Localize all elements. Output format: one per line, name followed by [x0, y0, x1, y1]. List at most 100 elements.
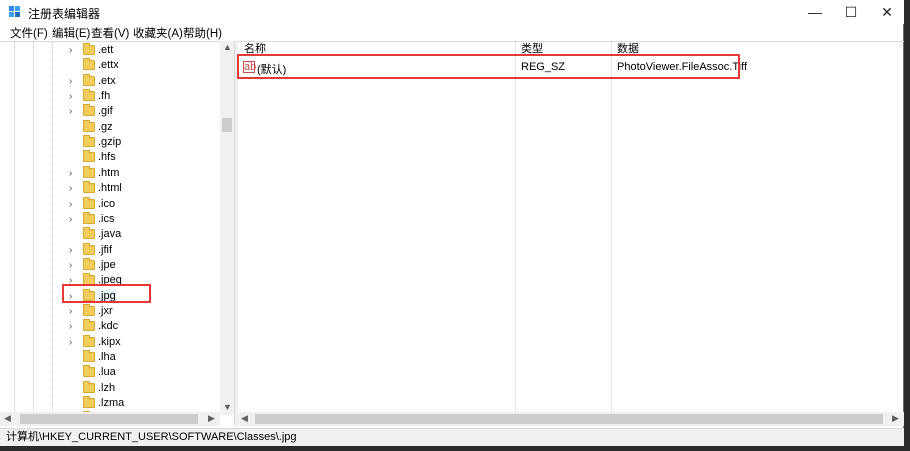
expand-chevron-icon[interactable]: ›: [69, 197, 79, 212]
folder-icon: [83, 242, 95, 255]
scroll-right-icon[interactable]: ▶: [208, 413, 215, 424]
folder-icon: [83, 380, 95, 393]
tree-item[interactable]: › .gif: [68, 104, 218, 119]
tree-item[interactable]: › .htm: [68, 165, 218, 181]
close-icon: ✕: [881, 3, 893, 20]
key-tree: › .ett .ettx › .etx › .fh › .gif .gz .gzip .hfs › .ht…: [0, 41, 234, 416]
scroll-down-icon[interactable]: ▼: [223, 402, 232, 412]
folder-icon: [83, 43, 95, 55]
value-row-highlight-box: [237, 54, 740, 79]
tree-item-label: .ics: [98, 212, 115, 225]
jpg-key-highlight-box: [62, 284, 151, 303]
tree-item[interactable]: › .fh: [68, 89, 218, 104]
tree-item[interactable]: › .kdc: [68, 319, 218, 334]
expand-chevron-icon[interactable]: ›: [69, 74, 79, 89]
tree-vertical-scrollbar[interactable]: ▲ ▼: [220, 41, 234, 415]
tree-item[interactable]: .gzip: [68, 135, 218, 150]
tree-item[interactable]: .ettx: [68, 58, 218, 73]
tree-item[interactable]: .hfs: [68, 150, 218, 165]
tree-guide-line: [52, 42, 53, 416]
tree-item[interactable]: › .ico: [68, 196, 218, 212]
scroll-left-icon[interactable]: ◀: [241, 413, 248, 424]
tree-item[interactable]: .lha: [68, 350, 218, 365]
column-separator: [515, 42, 516, 413]
folder-icon: [83, 350, 95, 362]
tree-item-label: .jxr: [98, 304, 113, 317]
minimize-icon: —: [808, 4, 822, 20]
tree-item-label: .gzip: [98, 136, 122, 149]
folder-icon: [83, 227, 95, 240]
folder-icon: [83, 73, 95, 86]
folder-icon: [83, 119, 95, 132]
menu-file[interactable]: 文件(F): [10, 25, 48, 41]
maximize-icon: ☐: [844, 3, 858, 20]
folder-icon: [83, 396, 95, 409]
tree-item-label: .ettx: [98, 59, 119, 72]
tree-item-label: .lzma: [98, 397, 125, 410]
close-button[interactable]: ✕: [870, 0, 904, 24]
maximize-button[interactable]: ☐: [834, 0, 868, 24]
folder-icon: [83, 303, 95, 316]
tree-item[interactable]: › .ett: [68, 43, 218, 58]
tree-guide-line: [33, 42, 34, 416]
tree-item[interactable]: .java: [68, 227, 218, 242]
tree-scroll-thumb[interactable]: [222, 118, 232, 132]
expand-chevron-icon[interactable]: ›: [69, 89, 79, 104]
tree-horizontal-scrollbar[interactable]: ◀ ▶: [0, 412, 220, 426]
tree-item-label: .jfif: [98, 243, 113, 256]
values-list: 名称 类型 数据 ab (默认) REG_SZ PhotoViewer.File…: [237, 41, 904, 413]
expand-chevron-icon[interactable]: ›: [69, 243, 79, 258]
folder-icon: [83, 104, 95, 117]
expand-chevron-icon[interactable]: ›: [69, 212, 79, 227]
scroll-left-icon[interactable]: ◀: [4, 413, 11, 424]
status-bar: 计算机\HKEY_CURRENT_USER\SOFTWARE\Classes\.…: [0, 428, 904, 446]
tree-item[interactable]: › .etx: [68, 73, 218, 89]
minimize-button[interactable]: —: [798, 0, 832, 24]
folder-icon: [83, 334, 95, 347]
tree-item[interactable]: .gz: [68, 119, 218, 135]
tree-hscroll-thumb[interactable]: [20, 414, 198, 424]
tree-item[interactable]: .lua: [68, 365, 218, 380]
scroll-right-icon[interactable]: ▶: [892, 413, 899, 424]
tree-item-label: .ico: [98, 197, 116, 210]
menu-favorites[interactable]: 收藏夹(A): [133, 25, 183, 41]
tree-item[interactable]: .lzma: [68, 396, 218, 411]
tree-item-label: .kipx: [98, 335, 121, 348]
folder-icon: [83, 165, 95, 178]
scroll-up-icon[interactable]: ▲: [223, 42, 232, 52]
expand-chevron-icon[interactable]: ›: [69, 335, 79, 350]
tree-item[interactable]: › .jpe: [68, 257, 218, 273]
menu-edit[interactable]: 编辑(E): [52, 25, 90, 41]
tree-item-label: .hfs: [98, 151, 116, 164]
folder-icon: [83, 89, 95, 102]
status-path: 计算机\HKEY_CURRENT_USER\SOFTWARE\Classes\.…: [6, 431, 297, 443]
registry-editor-window: 注册表编辑器 — ☐ ✕ 文件(F) 编辑(E) 查看(V) 收藏夹(A) 帮助…: [0, 0, 904, 446]
tree-item[interactable]: › .ics: [68, 211, 218, 227]
tree-item-label: .etx: [98, 74, 116, 87]
tree-item[interactable]: .lzh: [68, 380, 218, 396]
expand-chevron-icon[interactable]: ›: [69, 258, 79, 273]
values-horizontal-scrollbar[interactable]: ◀ ▶: [237, 412, 904, 426]
tree-item-label: .kdc: [98, 320, 119, 333]
folder-icon: [83, 135, 95, 148]
tree-item-label: .gif: [98, 105, 113, 118]
title-bar[interactable]: 注册表编辑器 — ☐ ✕: [0, 0, 904, 24]
expand-chevron-icon[interactable]: ›: [69, 181, 79, 196]
folder-icon: [83, 58, 95, 71]
expand-chevron-icon[interactable]: ›: [69, 304, 79, 319]
tree-item[interactable]: › .jxr: [68, 303, 218, 319]
tree-item[interactable]: › .kipx: [68, 334, 218, 350]
tree-item[interactable]: › .jfif: [68, 242, 218, 258]
expand-chevron-icon[interactable]: ›: [69, 166, 79, 181]
menu-help[interactable]: 帮助(H): [183, 25, 222, 41]
folder-icon: [83, 365, 95, 378]
values-hscroll-thumb[interactable]: [255, 414, 883, 424]
window-title: 注册表编辑器: [28, 7, 101, 21]
tree-item-label: .lha: [98, 351, 116, 363]
expand-chevron-icon[interactable]: ›: [69, 319, 79, 334]
menu-view[interactable]: 查看(V): [91, 25, 129, 41]
tree-item[interactable]: › .html: [68, 181, 218, 196]
expand-chevron-icon[interactable]: ›: [69, 104, 79, 119]
expand-chevron-icon[interactable]: ›: [69, 43, 79, 58]
tree-item-label: .gz: [98, 120, 113, 133]
